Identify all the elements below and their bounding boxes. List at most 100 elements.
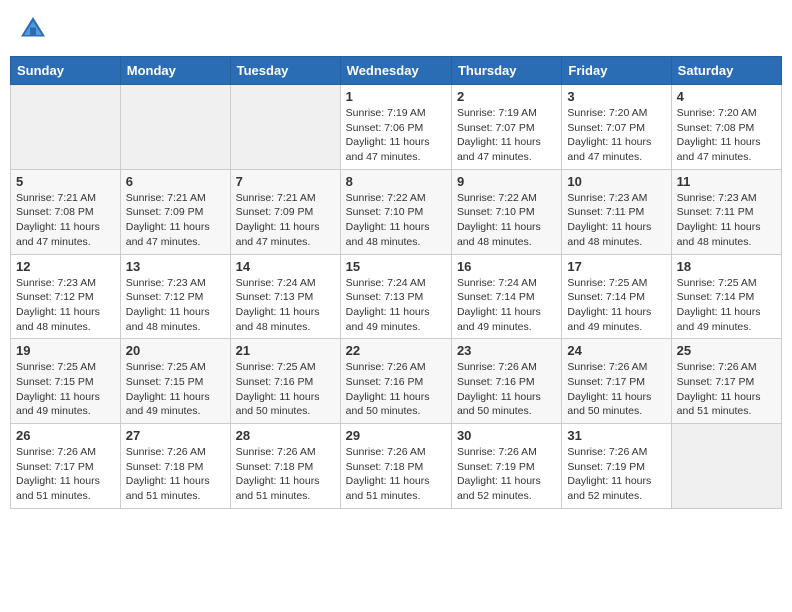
logo-icon xyxy=(18,14,48,44)
calendar-cell: 14 Sunrise: 7:24 AMSunset: 7:13 PMDayligh… xyxy=(230,254,340,339)
calendar-cell: 25 Sunrise: 7:26 AMSunset: 7:17 PMDayligh… xyxy=(671,339,781,424)
day-number: 3 xyxy=(567,89,665,104)
day-number: 8 xyxy=(346,174,446,189)
day-info: Sunrise: 7:20 AMSunset: 7:08 PMDaylight:… xyxy=(677,106,776,165)
day-info: Sunrise: 7:26 AMSunset: 7:18 PMDaylight:… xyxy=(126,445,225,504)
day-number: 2 xyxy=(457,89,556,104)
calendar-cell: 24Sunrise: 7:26 AMSunset: 7:17 PMDayligh… xyxy=(562,339,671,424)
day-info: Sunrise: 7:19 AMSunset: 7:06 PMDaylight:… xyxy=(346,106,446,165)
day-info: Sunrise: 7:24 AMSunset: 7:13 PMDaylight:… xyxy=(346,276,446,335)
day-info: Sunrise: 7:26 AMSunset: 7:16 PMDaylight:… xyxy=(457,360,556,419)
day-number: 6 xyxy=(126,174,225,189)
day-number: 27 xyxy=(126,428,225,443)
calendar-cell xyxy=(11,85,121,170)
calendar-cell xyxy=(120,85,230,170)
day-number: 17 xyxy=(567,259,665,274)
day-info: Sunrise: 7:20 AMSunset: 7:07 PMDaylight:… xyxy=(567,106,665,165)
calendar-cell: 23 Sunrise: 7:26 AMSunset: 7:16 PMDayligh… xyxy=(451,339,561,424)
calendar-cell: 20Sunrise: 7:25 AMSunset: 7:15 PMDayligh… xyxy=(120,339,230,424)
day-number: 30 xyxy=(457,428,556,443)
day-number: 12 xyxy=(16,259,115,274)
calendar-week-row: 26 Sunrise: 7:26 AMSunset: 7:17 PMDayligh… xyxy=(11,424,782,509)
calendar-cell: 7 Sunrise: 7:21 AMSunset: 7:09 PMDaylight… xyxy=(230,169,340,254)
calendar-cell: 12 Sunrise: 7:23 AMSunset: 7:12 PMDayligh… xyxy=(11,254,121,339)
day-info: Sunrise: 7:26 AMSunset: 7:17 PMDaylight:… xyxy=(677,360,776,419)
day-number: 16 xyxy=(457,259,556,274)
calendar-cell: 3 Sunrise: 7:20 AMSunset: 7:07 PMDaylight… xyxy=(562,85,671,170)
calendar-cell: 15 Sunrise: 7:24 AMSunset: 7:13 PMDayligh… xyxy=(340,254,451,339)
day-number: 31 xyxy=(567,428,665,443)
calendar-cell: 22 Sunrise: 7:26 AMSunset: 7:16 PMDayligh… xyxy=(340,339,451,424)
day-number: 9 xyxy=(457,174,556,189)
day-info: Sunrise: 7:21 AMSunset: 7:08 PMDaylight:… xyxy=(16,191,115,250)
calendar-week-row: 5 Sunrise: 7:21 AMSunset: 7:08 PMDaylight… xyxy=(11,169,782,254)
day-number: 10 xyxy=(567,174,665,189)
calendar-cell: 4 Sunrise: 7:20 AMSunset: 7:08 PMDaylight… xyxy=(671,85,781,170)
col-header-wednesday: Wednesday xyxy=(340,57,451,85)
day-number: 19 xyxy=(16,343,115,358)
calendar-cell: 29Sunrise: 7:26 AMSunset: 7:18 PMDayligh… xyxy=(340,424,451,509)
logo xyxy=(18,14,52,44)
day-number: 13 xyxy=(126,259,225,274)
day-info: Sunrise: 7:19 AMSunset: 7:07 PMDaylight:… xyxy=(457,106,556,165)
day-info: Sunrise: 7:26 AMSunset: 7:17 PMDaylight:… xyxy=(16,445,115,504)
calendar-cell: 28 Sunrise: 7:26 AMSunset: 7:18 PMDayligh… xyxy=(230,424,340,509)
calendar-cell: 13 Sunrise: 7:23 AMSunset: 7:12 PMDayligh… xyxy=(120,254,230,339)
calendar-cell: 16 Sunrise: 7:24 AMSunset: 7:14 PMDayligh… xyxy=(451,254,561,339)
day-info: Sunrise: 7:22 AMSunset: 7:10 PMDaylight:… xyxy=(346,191,446,250)
calendar-cell: 30 Sunrise: 7:26 AMSunset: 7:19 PMDayligh… xyxy=(451,424,561,509)
calendar-cell: 17Sunrise: 7:25 AMSunset: 7:14 PMDayligh… xyxy=(562,254,671,339)
day-number: 26 xyxy=(16,428,115,443)
day-number: 28 xyxy=(236,428,335,443)
calendar-cell: 2 Sunrise: 7:19 AMSunset: 7:07 PMDaylight… xyxy=(451,85,561,170)
col-header-friday: Friday xyxy=(562,57,671,85)
col-header-sunday: Sunday xyxy=(11,57,121,85)
day-info: Sunrise: 7:26 AMSunset: 7:19 PMDaylight:… xyxy=(457,445,556,504)
day-number: 29 xyxy=(346,428,446,443)
day-info: Sunrise: 7:23 AMSunset: 7:11 PMDaylight:… xyxy=(567,191,665,250)
day-info: Sunrise: 7:23 AMSunset: 7:12 PMDaylight:… xyxy=(16,276,115,335)
day-info: Sunrise: 7:21 AMSunset: 7:09 PMDaylight:… xyxy=(126,191,225,250)
day-info: Sunrise: 7:26 AMSunset: 7:17 PMDaylight:… xyxy=(567,360,665,419)
day-info: Sunrise: 7:26 AMSunset: 7:18 PMDaylight:… xyxy=(236,445,335,504)
calendar-week-row: 19Sunrise: 7:25 AMSunset: 7:15 PMDayligh… xyxy=(11,339,782,424)
calendar-cell: 27 Sunrise: 7:26 AMSunset: 7:18 PMDayligh… xyxy=(120,424,230,509)
calendar-cell: 19Sunrise: 7:25 AMSunset: 7:15 PMDayligh… xyxy=(11,339,121,424)
day-number: 1 xyxy=(346,89,446,104)
calendar-week-row: 12 Sunrise: 7:23 AMSunset: 7:12 PMDayligh… xyxy=(11,254,782,339)
day-info: Sunrise: 7:21 AMSunset: 7:09 PMDaylight:… xyxy=(236,191,335,250)
calendar-cell: 10 Sunrise: 7:23 AMSunset: 7:11 PMDayligh… xyxy=(562,169,671,254)
day-number: 23 xyxy=(457,343,556,358)
day-info: Sunrise: 7:26 AMSunset: 7:19 PMDaylight:… xyxy=(567,445,665,504)
calendar-cell: 31 Sunrise: 7:26 AMSunset: 7:19 PMDayligh… xyxy=(562,424,671,509)
calendar-cell: 18Sunrise: 7:25 AMSunset: 7:14 PMDayligh… xyxy=(671,254,781,339)
day-number: 4 xyxy=(677,89,776,104)
calendar-week-row: 1 Sunrise: 7:19 AMSunset: 7:06 PMDaylight… xyxy=(11,85,782,170)
day-info: Sunrise: 7:24 AMSunset: 7:13 PMDaylight:… xyxy=(236,276,335,335)
col-header-tuesday: Tuesday xyxy=(230,57,340,85)
day-number: 15 xyxy=(346,259,446,274)
calendar-cell: 8 Sunrise: 7:22 AMSunset: 7:10 PMDaylight… xyxy=(340,169,451,254)
page-header xyxy=(10,10,782,48)
day-info: Sunrise: 7:26 AMSunset: 7:16 PMDaylight:… xyxy=(346,360,446,419)
day-number: 18 xyxy=(677,259,776,274)
day-number: 21 xyxy=(236,343,335,358)
day-number: 22 xyxy=(346,343,446,358)
day-number: 7 xyxy=(236,174,335,189)
day-number: 5 xyxy=(16,174,115,189)
day-number: 11 xyxy=(677,174,776,189)
calendar-cell: 1 Sunrise: 7:19 AMSunset: 7:06 PMDaylight… xyxy=(340,85,451,170)
col-header-thursday: Thursday xyxy=(451,57,561,85)
day-number: 14 xyxy=(236,259,335,274)
day-info: Sunrise: 7:23 AMSunset: 7:11 PMDaylight:… xyxy=(677,191,776,250)
day-number: 25 xyxy=(677,343,776,358)
calendar-cell: 9Sunrise: 7:22 AMSunset: 7:10 PMDaylight… xyxy=(451,169,561,254)
col-header-saturday: Saturday xyxy=(671,57,781,85)
calendar-cell: 5 Sunrise: 7:21 AMSunset: 7:08 PMDaylight… xyxy=(11,169,121,254)
day-info: Sunrise: 7:24 AMSunset: 7:14 PMDaylight:… xyxy=(457,276,556,335)
calendar-cell: 11 Sunrise: 7:23 AMSunset: 7:11 PMDayligh… xyxy=(671,169,781,254)
col-header-monday: Monday xyxy=(120,57,230,85)
calendar-cell: 6 Sunrise: 7:21 AMSunset: 7:09 PMDaylight… xyxy=(120,169,230,254)
day-info: Sunrise: 7:25 AMSunset: 7:16 PMDaylight:… xyxy=(236,360,335,419)
day-info: Sunrise: 7:23 AMSunset: 7:12 PMDaylight:… xyxy=(126,276,225,335)
